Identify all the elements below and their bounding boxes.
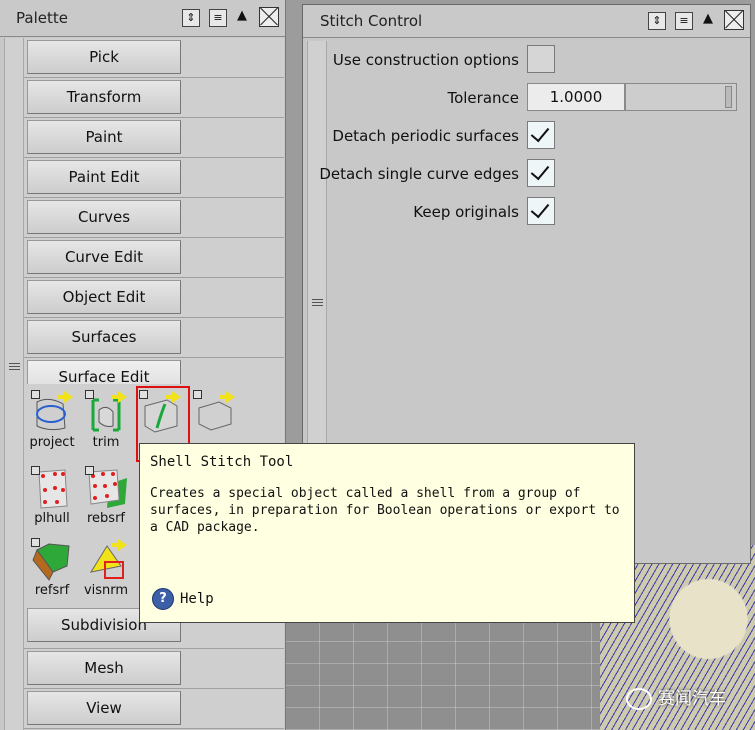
use-construction-label: Use construction options [332,51,519,69]
section-curves[interactable]: Curves [27,200,181,234]
use-construction-checkbox[interactable] [527,45,555,73]
stitch-header: Stitch Control ⇕ ≡ ▲ [303,5,750,38]
shell-icon [191,388,237,434]
detach-single-label: Detach single curve edges [319,165,519,183]
section-mesh[interactable]: Mesh [27,651,181,685]
refsrf-icon [29,536,75,582]
close-icon[interactable] [259,7,279,27]
detach-periodic-label: Detach periodic surfaces [332,127,519,145]
menu-icon[interactable]: ≡ [675,12,693,30]
collapse-icon[interactable]: ▲ [703,11,713,26]
tooltip-help-link[interactable]: ? Help [152,588,214,610]
keep-originals-row: Keep originals [327,193,745,229]
stitch-title: Stitch Control [320,12,423,30]
tool-visnrm[interactable]: visnrm [80,536,132,598]
tolerance-input[interactable]: 1.0000 [527,83,625,111]
watermark: 赛闻汽车 [626,684,726,710]
visnrm-icon [83,536,129,582]
tooltip-title: Shell Stitch Tool [150,454,294,470]
detach-periodic-checkbox[interactable] [527,121,555,149]
tool-tooltip: Shell Stitch Tool Creates a special obje… [139,443,635,623]
keep-originals-checkbox[interactable] [527,197,555,225]
project-icon [29,388,75,434]
section-curve-edit[interactable]: Curve Edit [27,240,181,274]
palette-header: Palette ⇕ ≡ ▲ [0,0,285,37]
menu-icon[interactable]: ≡ [209,9,227,27]
section-surfaces[interactable]: Surfaces [27,320,181,354]
palette-scrollbar[interactable] [4,38,24,730]
tooltip-description: Creates a special object called a shell … [150,486,620,535]
section-object-edit[interactable]: Object Edit [27,280,181,314]
palette-title: Palette [16,9,68,27]
resize-icon[interactable]: ⇕ [182,9,200,27]
keep-originals-label: Keep originals [413,203,519,221]
section-view[interactable]: View [27,691,181,725]
use-construction-row: Use construction options [327,41,745,77]
detach-periodic-row: Detach periodic surfaces [327,117,745,153]
collapse-icon[interactable]: ▲ [237,8,247,23]
plhull-icon [29,464,75,510]
palette-lower-sections: Subdivision Mesh View [24,608,284,729]
palette-section-list: Pick Transform Paint Paint Edit Curves C… [24,38,284,397]
tolerance-label: Tolerance [447,89,519,107]
tool-plhull[interactable]: plhull [26,464,78,526]
resize-icon[interactable]: ⇕ [648,12,666,30]
section-transform[interactable]: Transform [27,80,181,114]
trim-icon [83,388,129,434]
checkmark-icon [530,198,550,219]
tool-refsrf[interactable]: refsrf [26,536,78,598]
help-label: Help [180,591,214,607]
tool-project[interactable]: project [26,388,78,450]
checkmark-icon [530,160,550,181]
help-icon: ? [152,588,174,610]
slider-thumb[interactable] [725,86,732,108]
detach-single-checkbox[interactable] [527,159,555,187]
tool-shell[interactable] [188,388,240,435]
grip-icon [9,363,20,370]
detach-single-row: Detach single curve edges [319,155,745,191]
checkmark-icon [530,122,550,143]
tool-trim[interactable]: trim [80,388,132,450]
grip-icon [312,299,323,306]
close-icon[interactable] [724,10,744,30]
wechat-icon [626,688,652,710]
tolerance-row: Tolerance 1.0000 [327,79,745,115]
tolerance-slider[interactable] [625,83,737,111]
rebsrf-icon [83,464,129,510]
section-paint[interactable]: Paint [27,120,181,154]
tool-rebsrf[interactable]: rebsrf [80,464,132,526]
section-paint-edit[interactable]: Paint Edit [27,160,181,194]
section-pick[interactable]: Pick [27,40,181,74]
